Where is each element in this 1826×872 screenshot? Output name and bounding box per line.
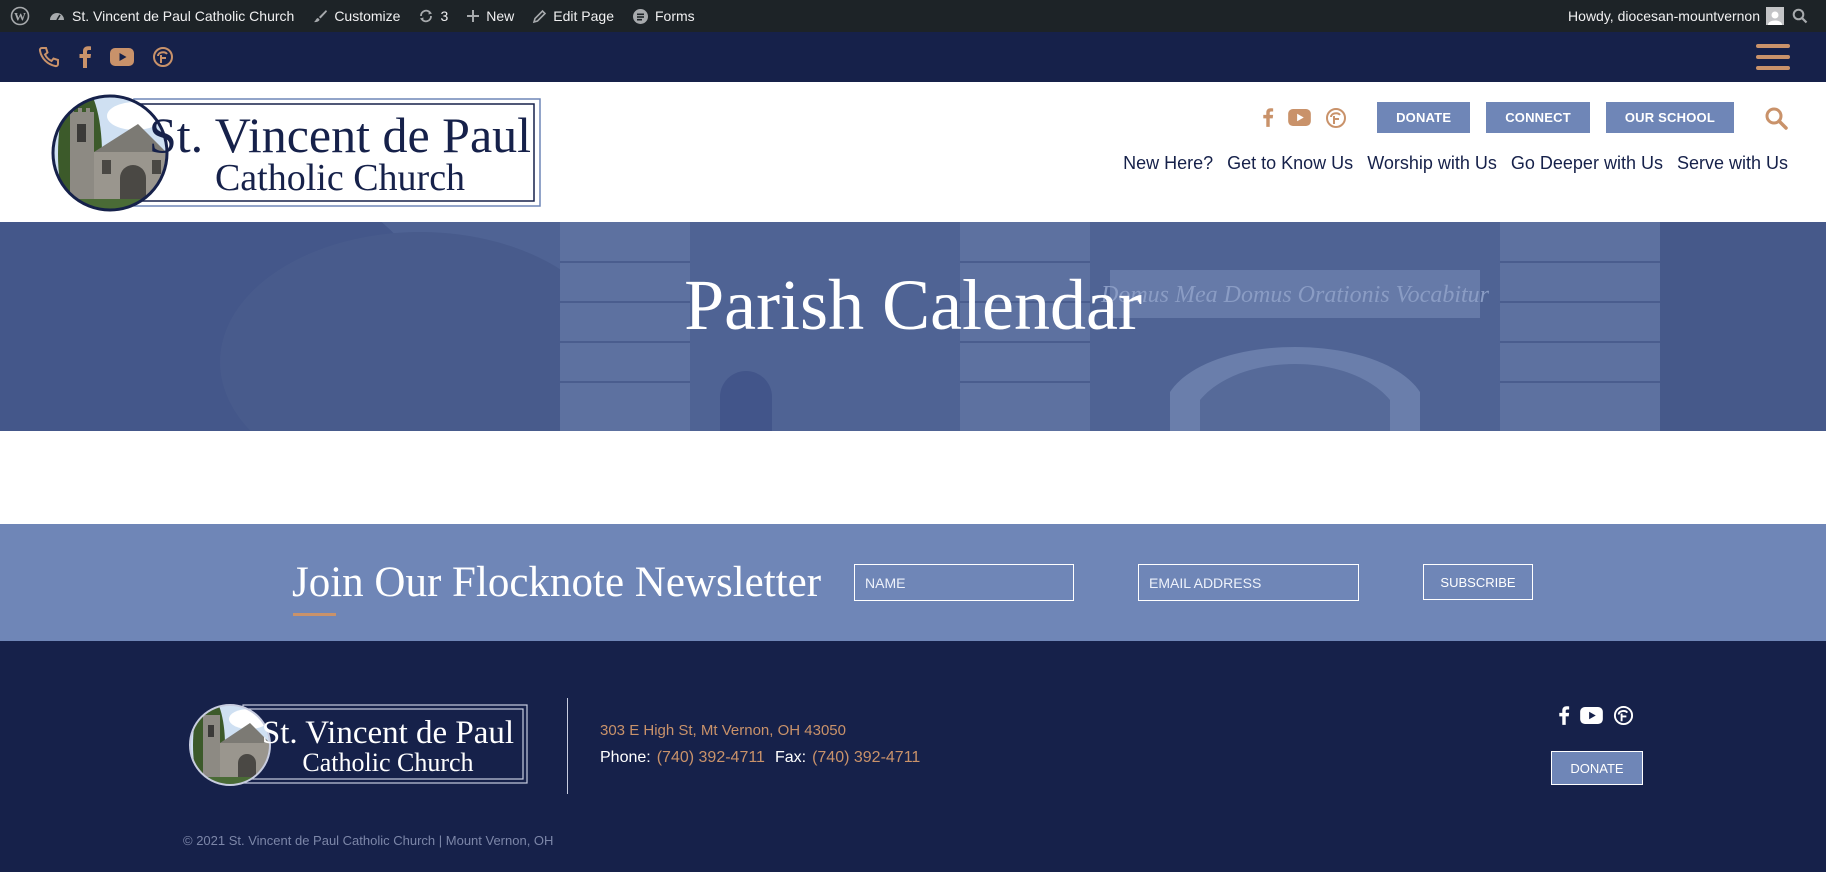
site-footer: St. Vincent de Paul Catholic Church 303 … <box>0 641 1826 872</box>
header-social <box>1262 107 1347 129</box>
nav-worship-with-us[interactable]: Worship with Us <box>1367 153 1497 174</box>
nav-go-deeper-with-us[interactable]: Go Deeper with Us <box>1511 153 1663 174</box>
newsletter-title-underline <box>293 613 336 616</box>
fax-number[interactable]: (740) 392-4711 <box>812 749 920 766</box>
forms-icon <box>632 8 648 24</box>
wordpress-icon: W <box>10 6 30 26</box>
forms-link[interactable]: Forms <box>632 8 695 25</box>
customize-label: Customize <box>334 8 401 24</box>
new-content-link[interactable]: New <box>466 8 514 24</box>
admin-bar: W St. Vincent de Paul Catholic Church Cu… <box>0 0 1826 32</box>
hamburger-icon[interactable] <box>1756 44 1790 70</box>
avatar <box>1766 7 1784 25</box>
newsletter-title: Join Our Flocknote Newsletter <box>292 559 822 606</box>
newsletter-name-input[interactable] <box>854 564 1074 601</box>
wordpress-menu[interactable]: W <box>10 6 30 26</box>
forms-label: Forms <box>654 8 695 24</box>
page-title: Parish Calendar <box>684 265 1142 345</box>
phone-icon[interactable] <box>38 46 60 68</box>
youtube-icon[interactable] <box>1580 707 1603 724</box>
edit-page-label: Edit Page <box>553 8 614 24</box>
nav-serve-with-us[interactable]: Serve with Us <box>1677 153 1788 174</box>
flocknote-icon[interactable] <box>1325 107 1347 129</box>
plus-icon <box>467 10 480 22</box>
facebook-icon[interactable] <box>78 46 92 68</box>
dashboard-icon <box>50 13 64 21</box>
site-name-link[interactable]: St. Vincent de Paul Catholic Church <box>48 8 294 24</box>
donate-button[interactable]: DONATE <box>1377 102 1471 133</box>
customize-link[interactable]: Customize <box>312 8 400 24</box>
phone-label: Phone: <box>600 749 651 766</box>
youtube-icon[interactable] <box>110 48 134 66</box>
footer-donate-button[interactable]: DONATE <box>1551 751 1643 785</box>
our-school-button[interactable]: OUR SCHOOL <box>1605 102 1734 133</box>
logo-line-1: St. Vincent de Paul <box>149 107 531 163</box>
pencil-icon <box>533 9 547 23</box>
content-area <box>0 431 1826 524</box>
admin-search[interactable] <box>1792 8 1808 24</box>
greeting: Howdy, diocesan-mountvernon <box>1568 8 1760 24</box>
hero-banner: Domus Mea Domus Orationis Vocabitur Pari… <box>0 222 1826 431</box>
search-icon <box>1792 8 1808 24</box>
header-right: DONATE CONNECT OUR SCHOOL New Here? Get … <box>1123 102 1788 174</box>
newsletter-section: Join Our Flocknote Newsletter SUBSCRIBE <box>0 524 1826 641</box>
nav-new-here[interactable]: New Here? <box>1123 153 1213 174</box>
nav-get-to-know-us[interactable]: Get to Know Us <box>1227 153 1353 174</box>
facebook-icon[interactable] <box>1262 107 1274 128</box>
footer-contact: Phone: (740) 392-4711 Fax: (740) 392-4711 <box>600 749 930 767</box>
svg-text:W: W <box>14 10 26 24</box>
refresh-icon <box>420 9 433 23</box>
updates-count: 3 <box>440 8 449 24</box>
logo-line-2: Catholic Church <box>215 157 465 199</box>
newsletter-email-input[interactable] <box>1138 564 1359 601</box>
footer-divider <box>567 698 568 794</box>
utility-bar <box>0 32 1826 82</box>
flocknote-icon[interactable] <box>1613 705 1634 726</box>
my-account-link[interactable]: Howdy, diocesan-mountvernon <box>1568 7 1784 25</box>
youtube-icon[interactable] <box>1288 109 1311 126</box>
site-name: St. Vincent de Paul Catholic Church <box>72 8 295 24</box>
footer-logo[interactable]: St. Vincent de Paul Catholic Church <box>189 703 529 787</box>
facebook-icon[interactable] <box>1558 705 1570 726</box>
connect-button[interactable]: CONNECT <box>1486 102 1590 133</box>
footer-logo-line-2: Catholic Church <box>302 748 473 777</box>
fax-label: Fax: <box>774 749 807 766</box>
search-icon[interactable] <box>1764 106 1788 130</box>
footer-address[interactable]: 303 E High St, Mt Vernon, OH 43050 <box>600 722 846 739</box>
main-nav: New Here? Get to Know Us Worship with Us… <box>1123 153 1788 174</box>
church-logo[interactable]: St. Vincent de Paul Catholic Church <box>50 94 542 212</box>
brush-icon <box>314 10 328 23</box>
footer-logo-line-1: St. Vincent de Paul <box>262 715 514 751</box>
copyright: © 2021 St. Vincent de Paul Catholic Chur… <box>183 833 554 848</box>
subscribe-button[interactable]: SUBSCRIBE <box>1423 564 1533 600</box>
footer-social <box>1558 705 1634 726</box>
new-label: New <box>486 8 515 24</box>
updates-link[interactable]: 3 <box>418 8 448 24</box>
site-header: St. Vincent de Paul Catholic Church DONA… <box>0 82 1826 222</box>
flocknote-icon[interactable] <box>152 46 174 68</box>
phone-number[interactable]: (740) 392-4711 <box>657 749 765 766</box>
edit-page-link[interactable]: Edit Page <box>532 8 614 24</box>
